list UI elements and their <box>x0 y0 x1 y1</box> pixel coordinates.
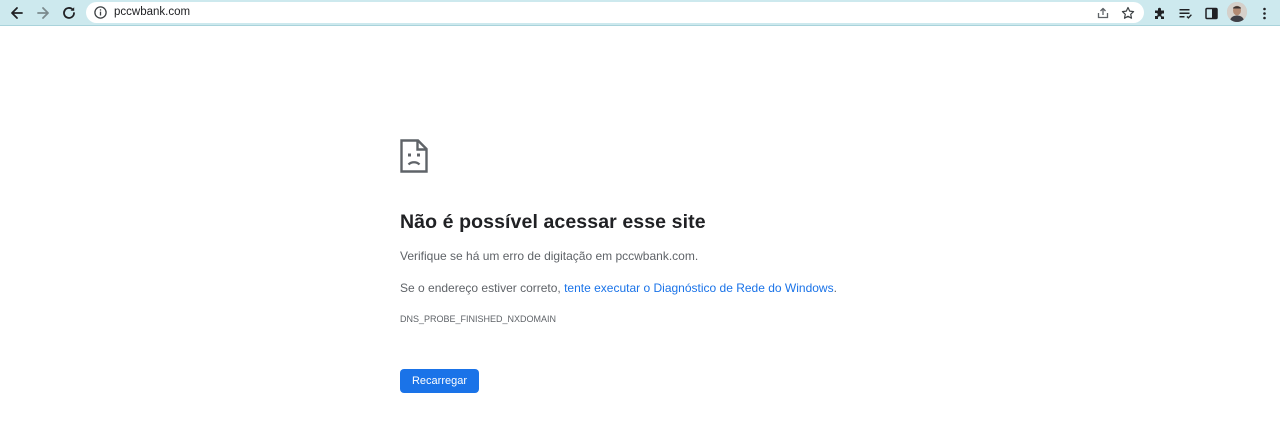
back-button[interactable] <box>5 1 29 25</box>
diagnostics-prefix: Se o endereço estiver correto, <box>400 281 565 295</box>
address-bar[interactable]: pccwbank.com <box>86 2 1144 23</box>
arrow-right-icon <box>37 7 49 19</box>
profile-avatar[interactable] <box>1227 2 1247 22</box>
puzzle-icon <box>1154 7 1164 19</box>
profile-photo-icon <box>1227 2 1247 22</box>
reading-list-button[interactable] <box>1173 1 1197 25</box>
share-button[interactable] <box>1093 3 1113 22</box>
side-panel-icon <box>1204 7 1218 19</box>
reload-button[interactable] <box>57 1 81 25</box>
site-info-button[interactable] <box>93 5 108 20</box>
reading-list-icon <box>1179 8 1192 19</box>
suggestion-text: Verifique se há um erro de digitação em … <box>400 249 699 263</box>
url-text[interactable]: pccwbank.com <box>114 5 190 20</box>
network-diagnostics-link[interactable]: tente executar o Diagnóstico de Rede do … <box>564 281 834 295</box>
side-panel-button[interactable] <box>1199 1 1223 25</box>
arrow-left-icon <box>11 7 23 19</box>
diagnostics-text: Se o endereço estiver correto, tente exe… <box>400 281 837 295</box>
reload-icon <box>63 7 75 19</box>
sad-document-icon <box>400 139 428 173</box>
info-icon <box>94 6 107 19</box>
browser-toolbar: pccwbank.com <box>0 0 1280 26</box>
menu-button[interactable] <box>1252 1 1276 25</box>
reload-page-button[interactable]: Recarregar <box>400 369 479 393</box>
error-heading: Não é possível acessar esse site <box>400 211 706 233</box>
diagnostics-suffix: . <box>833 281 837 295</box>
kebab-menu-icon <box>1262 7 1266 19</box>
extensions-button[interactable] <box>1148 1 1172 25</box>
star-icon <box>1121 6 1135 19</box>
share-icon <box>1097 7 1109 18</box>
forward-button[interactable] <box>31 1 55 25</box>
bookmark-button[interactable] <box>1118 3 1138 22</box>
error-code: DNS_PROBE_FINISHED_NXDOMAIN <box>400 314 557 324</box>
